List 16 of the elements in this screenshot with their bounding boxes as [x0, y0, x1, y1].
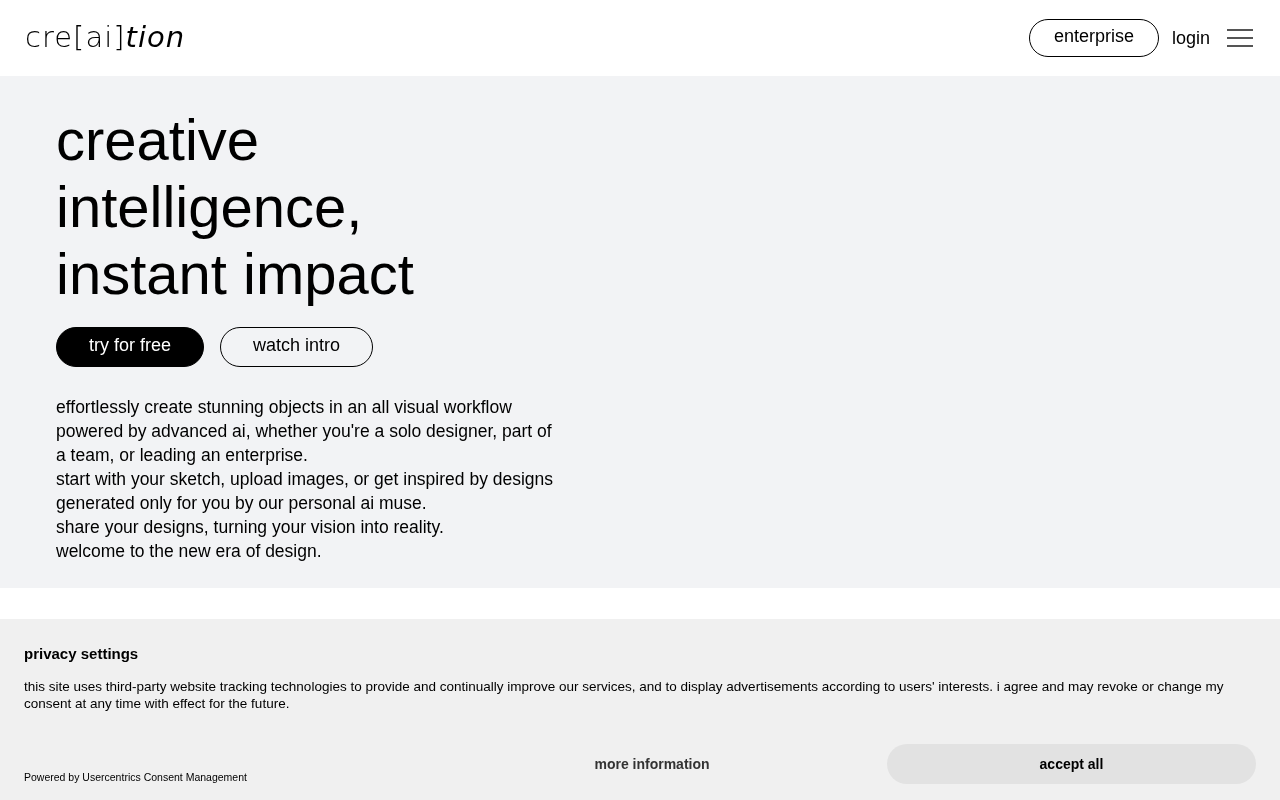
description-text: share your designs, turning your vision into reality. [56, 516, 445, 539]
description-text: start with your sketch, upload images, or get inspired by designs generated only for you by our personal ai muse. [56, 468, 555, 515]
more-information-button[interactable]: more information [517, 744, 787, 785]
logo[interactable]: cre[ai]tion [25, 16, 186, 60]
description-text: welcome to the new era of design. [56, 540, 323, 563]
accept-all-button[interactable]: accept all [887, 744, 1256, 785]
privacy-text: this site uses third-party website tracking technologies to provide and continually improve our services, and to display advertisements according to users' interests. i agree and may revoke or change my consent at any time with effect for the future. [24, 677, 1225, 712]
menu-icon[interactable] [1227, 29, 1253, 47]
headline-line: intelligence, [56, 173, 363, 240]
login-link[interactable]: login [1171, 24, 1210, 52]
headline-line: creative [56, 106, 260, 173]
powered-by-text: Powered by Usercentrics Consent Management [24, 769, 247, 785]
headline-line: instant impact [56, 240, 414, 307]
try-button[interactable]: try for free [56, 327, 205, 367]
privacy-title: privacy settings [24, 644, 139, 664]
description-text: effortlessly create stunning objects in an all visual workflow powered by advanced ai, whether you're a solo designer, part of a team, or leading an enterprise. [56, 396, 553, 467]
